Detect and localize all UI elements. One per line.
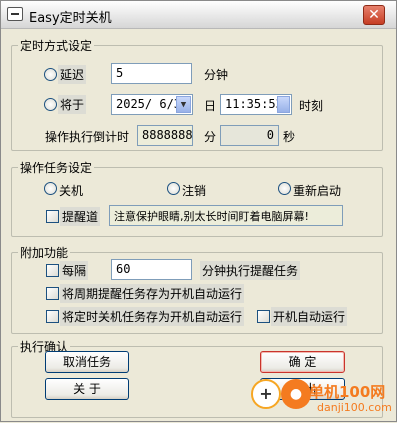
countdown-label: 操作执行倒计时 (45, 130, 130, 144)
title-bar: Easy定时关机 ✕ (1, 1, 396, 29)
shutdown-radio[interactable] (44, 182, 57, 195)
remind-text-input[interactable]: 注意保护眼睛,别太长时间盯着电脑屏幕! (109, 205, 343, 226)
save-shutdown-checkbox[interactable] (46, 310, 59, 323)
countdown-minutes: 8888888 (137, 125, 193, 146)
logoff-radio[interactable] (167, 182, 180, 195)
chevron-down-icon[interactable]: ▼ (176, 96, 191, 113)
restart-label: 重新启动 (293, 184, 342, 198)
shutdown-label: 关机 (59, 184, 84, 198)
watermark: + ● 单机100网 danji100.com (247, 367, 397, 423)
time-value: 11:35:53 (225, 97, 283, 111)
watermark-plus-icon: + (251, 379, 281, 409)
spinner-icon[interactable] (277, 96, 290, 113)
window-title: Easy定时关机 (29, 11, 112, 26)
every-input[interactable]: 60 (111, 259, 192, 280)
delay-radio[interactable] (44, 68, 57, 81)
autostart-checkbox[interactable] (257, 310, 270, 323)
task-group-legend: 操作任务设定 (20, 161, 93, 175)
every-unit: 分钟执行提醒任务 (200, 261, 301, 280)
time-input[interactable]: 11:35:53 (220, 94, 292, 115)
restart-radio[interactable] (278, 182, 291, 195)
every-checkbox[interactable] (46, 264, 59, 277)
mode-group-legend: 定时方式设定 (20, 39, 93, 53)
save-periodic-label: 将周期提醒任务存为开机自动运行 (60, 284, 245, 303)
logoff-label: 注销 (182, 184, 207, 198)
app-window: Easy定时关机 ✕ 定时方式设定 延迟 5 分钟 将于 2025/ 6/30 … (0, 0, 397, 422)
delay-label: 延迟 (58, 65, 87, 84)
at-label: 将于 (58, 95, 87, 114)
delay-input[interactable]: 5 (111, 63, 192, 84)
countdown-seconds: 0 (220, 125, 279, 146)
save-shutdown-label: 将定时关机任务存为开机自动运行 (60, 307, 245, 326)
close-button[interactable]: ✕ (363, 5, 385, 25)
at-radio[interactable] (44, 98, 57, 111)
day-label: 日 (204, 99, 217, 113)
seconds-label: 秒 (283, 130, 296, 144)
save-periodic-checkbox[interactable] (46, 287, 59, 300)
date-picker[interactable]: 2025/ 6/30 ▼ (111, 94, 193, 115)
time-label: 时刻 (299, 99, 324, 113)
about-button[interactable]: 关 于 (45, 378, 129, 400)
remind-checkbox[interactable] (46, 210, 59, 223)
extra-group-legend: 附加功能 (20, 246, 69, 260)
watermark-name: 单机100网 (309, 383, 386, 401)
autostart-label: 开机自动运行 (271, 307, 348, 326)
remind-label: 提醒道 (60, 207, 101, 226)
cancel-task-button[interactable]: 取消任务 (45, 351, 129, 373)
watermark-url: danji100.com (317, 401, 392, 414)
minutes-label: 分 (204, 130, 217, 144)
delay-unit: 分钟 (204, 68, 229, 82)
watermark-dot-icon: ● (281, 379, 311, 409)
app-icon (7, 7, 23, 21)
every-label: 每隔 (60, 261, 89, 280)
